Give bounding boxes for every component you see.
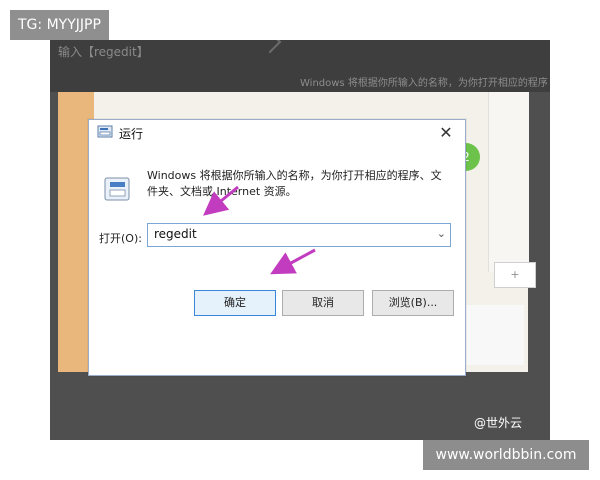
screenshot-photo: 输入【regedit】 Windows 将根据你所输入的名称，为你打开相应的程序… <box>50 40 550 440</box>
telegram-badge: TG: MYYJJPP <box>10 10 109 40</box>
annotation-arrows <box>203 185 316 275</box>
annotation-arrow-1 <box>203 185 239 216</box>
annotation-arrow-2 <box>270 248 316 275</box>
url-badge: www.worldbbin.com <box>423 440 589 470</box>
watermark-text: @世外云 <box>474 416 523 430</box>
